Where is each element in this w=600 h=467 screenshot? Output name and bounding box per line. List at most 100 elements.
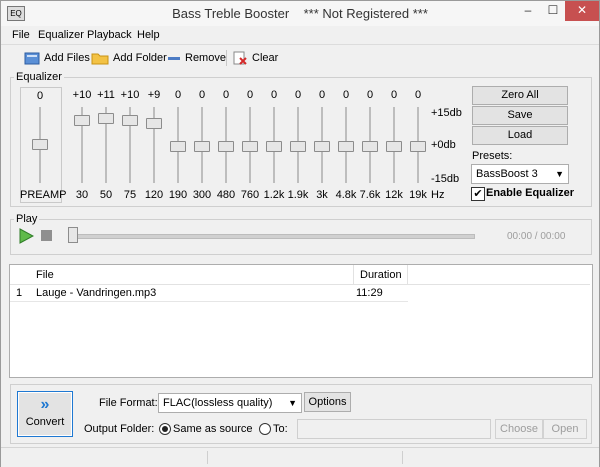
remove-button[interactable]: Remove bbox=[167, 47, 226, 69]
band-value-7.6k: 0 bbox=[366, 89, 374, 101]
zero-all-button[interactable]: Zero All bbox=[472, 86, 568, 105]
convert-icon: » bbox=[40, 396, 50, 413]
seek-track[interactable] bbox=[69, 234, 475, 239]
band-value-4.8k: 0 bbox=[342, 89, 350, 101]
band-value-75: +10 bbox=[120, 89, 140, 101]
add-folder-label: Add Folder bbox=[113, 52, 167, 64]
add-folder-button[interactable]: Add Folder bbox=[91, 47, 167, 69]
load-preset-button[interactable]: Load bbox=[472, 126, 568, 145]
file-format-value: FLAC(lossless quality) bbox=[163, 397, 273, 409]
chevron-down-icon: ▼ bbox=[288, 398, 297, 408]
radio-dot bbox=[162, 426, 168, 432]
add-files-button[interactable]: Add Files bbox=[24, 47, 90, 69]
save-preset-button[interactable]: Save bbox=[472, 106, 568, 125]
hz-label: Hz bbox=[431, 189, 445, 201]
band-value-120: +9 bbox=[147, 89, 161, 101]
band-slider-thumb-1.9k[interactable] bbox=[290, 140, 306, 152]
to-label: To: bbox=[273, 423, 288, 435]
band-slider-thumb-480[interactable] bbox=[218, 140, 234, 152]
clear-icon bbox=[233, 51, 247, 65]
column-header-duration[interactable]: Duration bbox=[354, 265, 408, 285]
folder-icon bbox=[91, 53, 109, 65]
band-slider-thumb-120[interactable] bbox=[146, 117, 162, 129]
band-value-190: 0 bbox=[174, 89, 182, 101]
clear-button[interactable]: Clear bbox=[232, 47, 278, 69]
band-slider-thumb-30[interactable] bbox=[74, 115, 90, 127]
column-header-file[interactable]: File bbox=[10, 265, 354, 285]
band-slider-thumb-19k[interactable] bbox=[410, 140, 426, 152]
remove-label: Remove bbox=[185, 52, 226, 64]
band-value-1.2k: 0 bbox=[270, 89, 278, 101]
band-value-300: 0 bbox=[198, 89, 206, 101]
band-slider-thumb-12k[interactable] bbox=[386, 140, 402, 152]
to-folder-radio[interactable] bbox=[259, 423, 271, 435]
play-icon[interactable] bbox=[18, 228, 34, 244]
enable-equalizer-label: Enable Equalizer bbox=[486, 187, 575, 199]
menu-equalizer[interactable]: Equalizer bbox=[38, 28, 84, 42]
band-slider-thumb-1.2k[interactable] bbox=[266, 140, 282, 152]
status-bar bbox=[1, 447, 599, 467]
row-file-name: Lauge - Vandringen.mp3 bbox=[36, 287, 157, 299]
stop-icon[interactable] bbox=[41, 230, 52, 241]
play-time: 00:00 / 00:00 bbox=[507, 231, 566, 242]
band-value-19k: 0 bbox=[414, 89, 422, 101]
file-format-label: File Format: bbox=[99, 397, 158, 409]
convert-button[interactable]: » Convert bbox=[17, 391, 73, 437]
menu-help[interactable]: Help bbox=[137, 28, 160, 42]
band-slider-thumb-4.8k[interactable] bbox=[338, 140, 354, 152]
band-slider-thumb-50[interactable] bbox=[98, 112, 114, 124]
band-value-50: +11 bbox=[97, 89, 115, 101]
row-index: 1 bbox=[16, 287, 23, 299]
open-folder-button[interactable]: Open bbox=[543, 419, 587, 439]
menu-playback[interactable]: Playback bbox=[87, 28, 132, 42]
convert-label: Convert bbox=[25, 416, 65, 428]
band-slider-thumb-7.6k[interactable] bbox=[362, 140, 378, 152]
window-title: Bass Treble Booster *** Not Registered *… bbox=[1, 1, 599, 26]
band-value-760: 0 bbox=[246, 89, 254, 101]
band-value-3k: 0 bbox=[318, 89, 326, 101]
status-divider bbox=[402, 451, 403, 464]
presets-label: Presets: bbox=[472, 150, 513, 162]
minimize-button[interactable]: – bbox=[515, 1, 541, 21]
file-list[interactable]: File Duration 1 Lauge - Vandringen.mp3 1… bbox=[9, 264, 593, 378]
band-slider-thumb-300[interactable] bbox=[194, 140, 210, 152]
band-slider-thumb-75[interactable] bbox=[122, 115, 138, 127]
choose-folder-button[interactable]: Choose bbox=[495, 419, 543, 439]
chevron-down-icon: ▼ bbox=[555, 169, 564, 179]
band-slider-thumb-190[interactable] bbox=[170, 140, 186, 152]
preset-select[interactable]: BassBoost 3 ▼ bbox=[471, 164, 569, 184]
band-frequency-19k: 19k bbox=[409, 189, 427, 201]
clear-label: Clear bbox=[252, 52, 279, 64]
file-format-select[interactable]: FLAC(lossless quality) ▼ bbox=[158, 393, 302, 413]
same-as-source-label: Same as source bbox=[173, 423, 253, 435]
scale-mid-label: +0db bbox=[431, 139, 456, 151]
band-value-480: 0 bbox=[222, 89, 230, 101]
preamp-label: PREAMP bbox=[20, 189, 67, 201]
status-divider bbox=[207, 451, 208, 464]
app-window: EQ Bass Treble Booster *** Not Registere… bbox=[0, 0, 600, 467]
band-slider-thumb-760[interactable] bbox=[242, 140, 258, 152]
scale-top-label: +15db bbox=[431, 107, 462, 119]
band-slider-thumb-3k[interactable] bbox=[314, 140, 330, 152]
options-button[interactable]: Options bbox=[304, 392, 351, 412]
maximize-button[interactable]: ☐ bbox=[541, 1, 565, 21]
output-folder-path-input[interactable] bbox=[297, 419, 491, 439]
preset-select-value: BassBoost 3 bbox=[476, 168, 538, 180]
menu-file[interactable]: File bbox=[12, 28, 30, 42]
band-value-30: +10 bbox=[72, 89, 92, 101]
preamp-value: 0 bbox=[36, 90, 44, 102]
output-folder-label: Output Folder: bbox=[84, 423, 155, 435]
preamp-slider-thumb[interactable] bbox=[32, 139, 48, 150]
seek-handle[interactable] bbox=[68, 227, 78, 243]
equalizer-label: Equalizer bbox=[14, 71, 64, 83]
add-files-icon bbox=[24, 52, 40, 65]
remove-icon bbox=[168, 57, 180, 60]
enable-equalizer-checkbox[interactable]: ✔ bbox=[471, 187, 485, 201]
same-as-source-radio[interactable] bbox=[159, 423, 171, 435]
toolbar-divider bbox=[1, 44, 599, 45]
scale-bottom-label: -15db bbox=[431, 173, 460, 185]
add-files-label: Add Files bbox=[44, 52, 90, 64]
close-button[interactable]: ✕ bbox=[565, 1, 599, 21]
band-value-12k: 0 bbox=[390, 89, 398, 101]
table-row[interactable]: 1 Lauge - Vandringen.mp3 11:29 bbox=[10, 285, 408, 302]
